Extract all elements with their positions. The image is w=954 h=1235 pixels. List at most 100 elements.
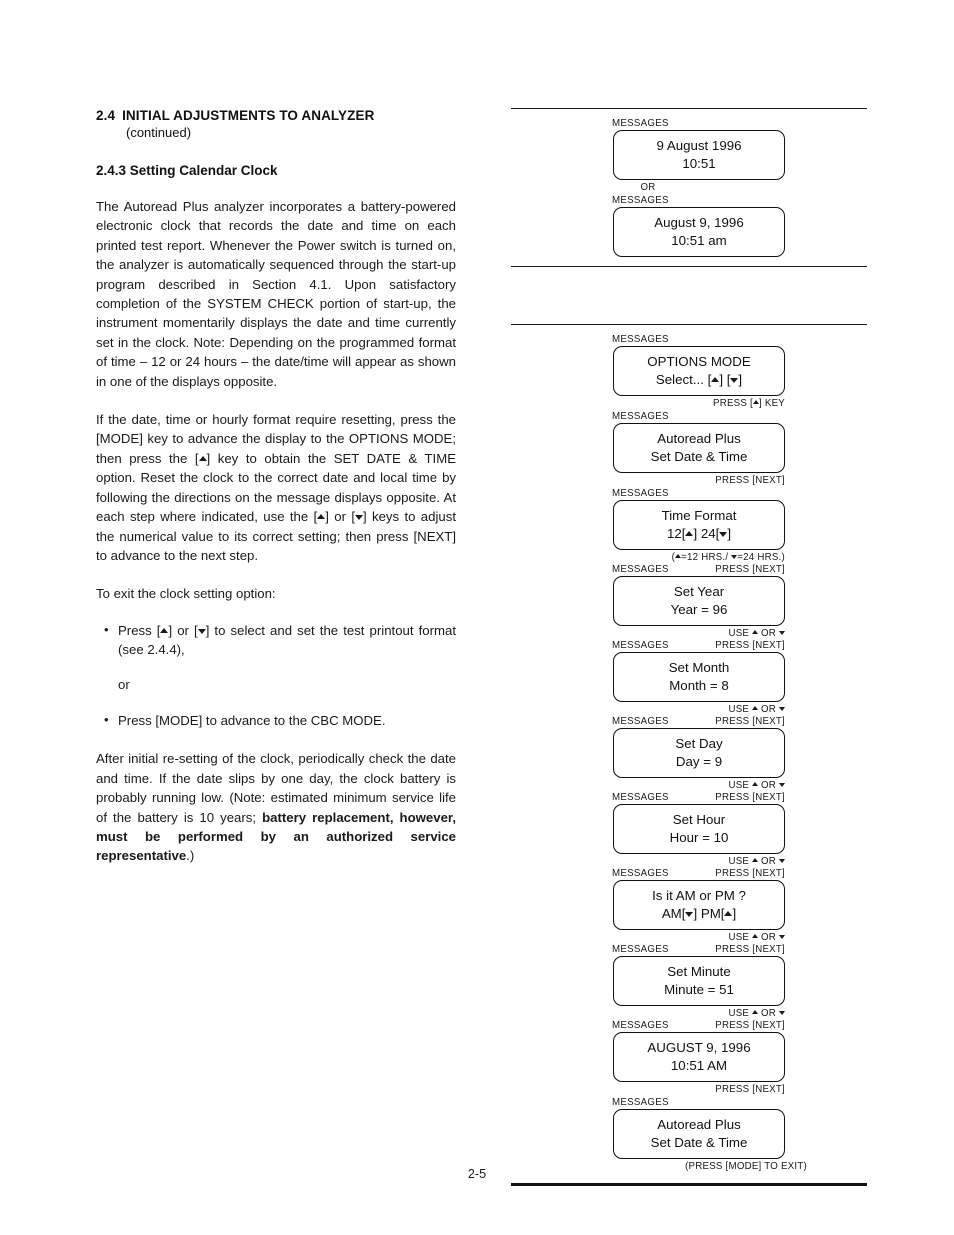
list-item: Press [MODE] to advance to the CBC MODE. bbox=[102, 710, 456, 730]
note-mid: OR bbox=[758, 856, 779, 867]
lcd-display: Set Month Month = 8 bbox=[613, 652, 785, 702]
step-time-format: MESSAGES Time Format 12[] 24[] (=12 HRS.… bbox=[511, 488, 867, 564]
note-press-next: PRESS [NEXT] bbox=[715, 1020, 785, 1031]
section-continued-label: (continued) bbox=[126, 125, 192, 140]
note-press-next: PRESS [NEXT] bbox=[715, 475, 785, 486]
note-use-arrows: USE OR bbox=[511, 628, 867, 640]
step-set-date-time: MESSAGES Autoread Plus Set Date & Time P… bbox=[511, 411, 867, 487]
lcd-line-1: August 9, 1996 bbox=[654, 215, 744, 230]
lcd-display: AUGUST 9, 1996 10:51 AM bbox=[613, 1032, 785, 1082]
messages-label: MESSAGES bbox=[612, 118, 669, 129]
messages-label: MESSAGES bbox=[612, 792, 669, 803]
lcd-line2-pre: 12[ bbox=[666, 525, 686, 541]
note-press-next: PRESS [NEXT] bbox=[715, 1084, 785, 1095]
down-arrow-icon bbox=[779, 628, 785, 640]
note-use-arrows: USE OR bbox=[511, 856, 867, 868]
lcd-display: August 9, 1996 10:51 am bbox=[613, 207, 785, 257]
lcd-line-2: Select... [] [] bbox=[614, 371, 784, 389]
messages-label: MESSAGES bbox=[612, 1097, 669, 1108]
note-post: ] KEY bbox=[758, 398, 785, 409]
note-use-arrows: USE OR bbox=[511, 704, 867, 716]
left-text-column: 2.4 INITIAL ADJUSTMENTS TO ANALYZER (cont… bbox=[96, 108, 456, 866]
row-messages-and-next-1: MESSAGES PRESS [NEXT] bbox=[511, 564, 867, 576]
note-post: =24 HRS.) bbox=[737, 552, 785, 563]
section-title: INITIAL ADJUSTMENTS TO ANALYZER bbox=[122, 108, 375, 123]
lcd-display: OPTIONS MODE Select... [] [] bbox=[613, 346, 785, 396]
or-separator-label: OR bbox=[640, 182, 656, 193]
down-arrow-icon bbox=[779, 1008, 785, 1020]
para2-part-c: ] or [ bbox=[325, 509, 355, 525]
display-block-poweron-24h: MESSAGES 9 August 1996 10:51 bbox=[511, 118, 867, 180]
messages-label: MESSAGES bbox=[612, 1020, 669, 1031]
exit-options-list-2: Press [MODE] to advance to the CBC MODE. bbox=[96, 710, 456, 730]
messages-label: MESSAGES bbox=[612, 716, 669, 727]
note-pre: USE bbox=[728, 780, 753, 791]
lcd-line-1: Set Month bbox=[668, 660, 730, 675]
messages-label: MESSAGES bbox=[612, 334, 669, 345]
note-press-up-key: PRESS [ ] KEY bbox=[511, 398, 867, 410]
lcd-line-2: Set Date & Time bbox=[650, 448, 748, 464]
right-display-column: MESSAGES 9 August 1996 10:51 OR MESSAGES… bbox=[511, 108, 867, 1186]
note-press-next: PRESS [NEXT] bbox=[715, 716, 785, 727]
row-messages-and-next-5: MESSAGES PRESS [NEXT] bbox=[511, 868, 867, 880]
lcd-line-2: Month = 8 bbox=[669, 677, 729, 693]
lcd-line-2: 10:51 am bbox=[671, 232, 727, 248]
lcd-display: 9 August 1996 10:51 bbox=[613, 130, 785, 180]
exit-options-list: Press [] or [] to select and set the tes… bbox=[96, 620, 456, 660]
section-heading: 2.4 INITIAL ADJUSTMENTS TO ANALYZER bbox=[96, 108, 456, 123]
note-mid: OR bbox=[758, 704, 779, 715]
divider-top bbox=[511, 108, 867, 109]
or-connector-label: or bbox=[118, 676, 130, 692]
lcd-line-1: Set Minute bbox=[667, 964, 731, 979]
divider-mid-2 bbox=[511, 324, 867, 325]
subsection-heading: 2.4.3 Setting Calendar Clock bbox=[96, 163, 278, 178]
lcd-line-2: Day = 9 bbox=[675, 753, 723, 769]
note-pre: USE bbox=[728, 1008, 753, 1019]
lcd-line2-mid: ] 24[ bbox=[693, 525, 720, 541]
paragraph-battery-note: After initial re-setting of the clock, p… bbox=[96, 749, 456, 865]
down-arrow-icon bbox=[779, 704, 785, 716]
note-mid: OR bbox=[758, 1008, 779, 1019]
lcd-line-2: AM[] PM[] bbox=[614, 905, 784, 923]
note-hours-legend: (=12 HRS./ =24 HRS.) bbox=[511, 552, 867, 564]
row-messages-and-next-4: MESSAGES PRESS [NEXT] bbox=[511, 792, 867, 804]
note-use-arrows: USE OR bbox=[511, 1008, 867, 1020]
bullet1-part-a: Press [ bbox=[118, 622, 161, 638]
down-arrow-icon bbox=[354, 507, 363, 526]
messages-label: MESSAGES bbox=[612, 564, 669, 575]
list-item: Press [] or [] to select and set the tes… bbox=[102, 620, 456, 660]
lcd-line2-pre: AM[ bbox=[661, 905, 686, 921]
lcd-line-1: Autoread Plus bbox=[657, 431, 741, 446]
lcd-line2-mid: ] [ bbox=[719, 371, 731, 387]
note-mid: =12 HRS./ bbox=[681, 552, 732, 563]
lcd-display: Set Day Day = 9 bbox=[613, 728, 785, 778]
step-return-set-date-time: MESSAGES Autoread Plus Set Date & Time (… bbox=[511, 1097, 867, 1173]
display-block-poweron-12h: MESSAGES August 9, 1996 10:51 am bbox=[511, 195, 867, 257]
up-arrow-icon bbox=[198, 449, 207, 468]
note-mid: OR bbox=[758, 780, 779, 791]
note-pre: USE bbox=[728, 628, 753, 639]
lcd-line-1: Is it AM or PM ? bbox=[652, 888, 746, 903]
step-set-minute: Set Minute Minute = 51 USE OR bbox=[511, 956, 867, 1020]
note-press-next: PRESS [NEXT] bbox=[715, 868, 785, 879]
lcd-line2-post: ] bbox=[732, 905, 737, 921]
note-press-next: PRESS [NEXT] bbox=[715, 792, 785, 803]
messages-label: MESSAGES bbox=[612, 640, 669, 651]
step-set-hour: Set Hour Hour = 10 USE OR bbox=[511, 804, 867, 868]
note-pre: PRESS [ bbox=[712, 398, 753, 409]
note-press-next: PRESS [NEXT] bbox=[715, 944, 785, 955]
messages-label: MESSAGES bbox=[612, 411, 669, 422]
section-number: 2.4 bbox=[96, 108, 116, 123]
step-options-mode: MESSAGES OPTIONS MODE Select... [] [] PR… bbox=[511, 334, 867, 410]
lcd-display: Autoread Plus Set Date & Time bbox=[613, 423, 785, 473]
lcd-display: Is it AM or PM ? AM[] PM[] bbox=[613, 880, 785, 930]
messages-label: MESSAGES bbox=[612, 488, 669, 499]
note-pre: USE bbox=[728, 856, 753, 867]
step-set-month: Set Month Month = 8 USE OR bbox=[511, 652, 867, 716]
lcd-line-1: Set Year bbox=[673, 584, 725, 599]
divider-bottom bbox=[511, 1183, 867, 1186]
note-use-arrows: USE OR bbox=[511, 932, 867, 944]
down-arrow-icon bbox=[779, 856, 785, 868]
paragraph-intro: The Autoread Plus analyzer incorporates … bbox=[96, 199, 456, 389]
lcd-line-1: Autoread Plus bbox=[657, 1117, 741, 1132]
